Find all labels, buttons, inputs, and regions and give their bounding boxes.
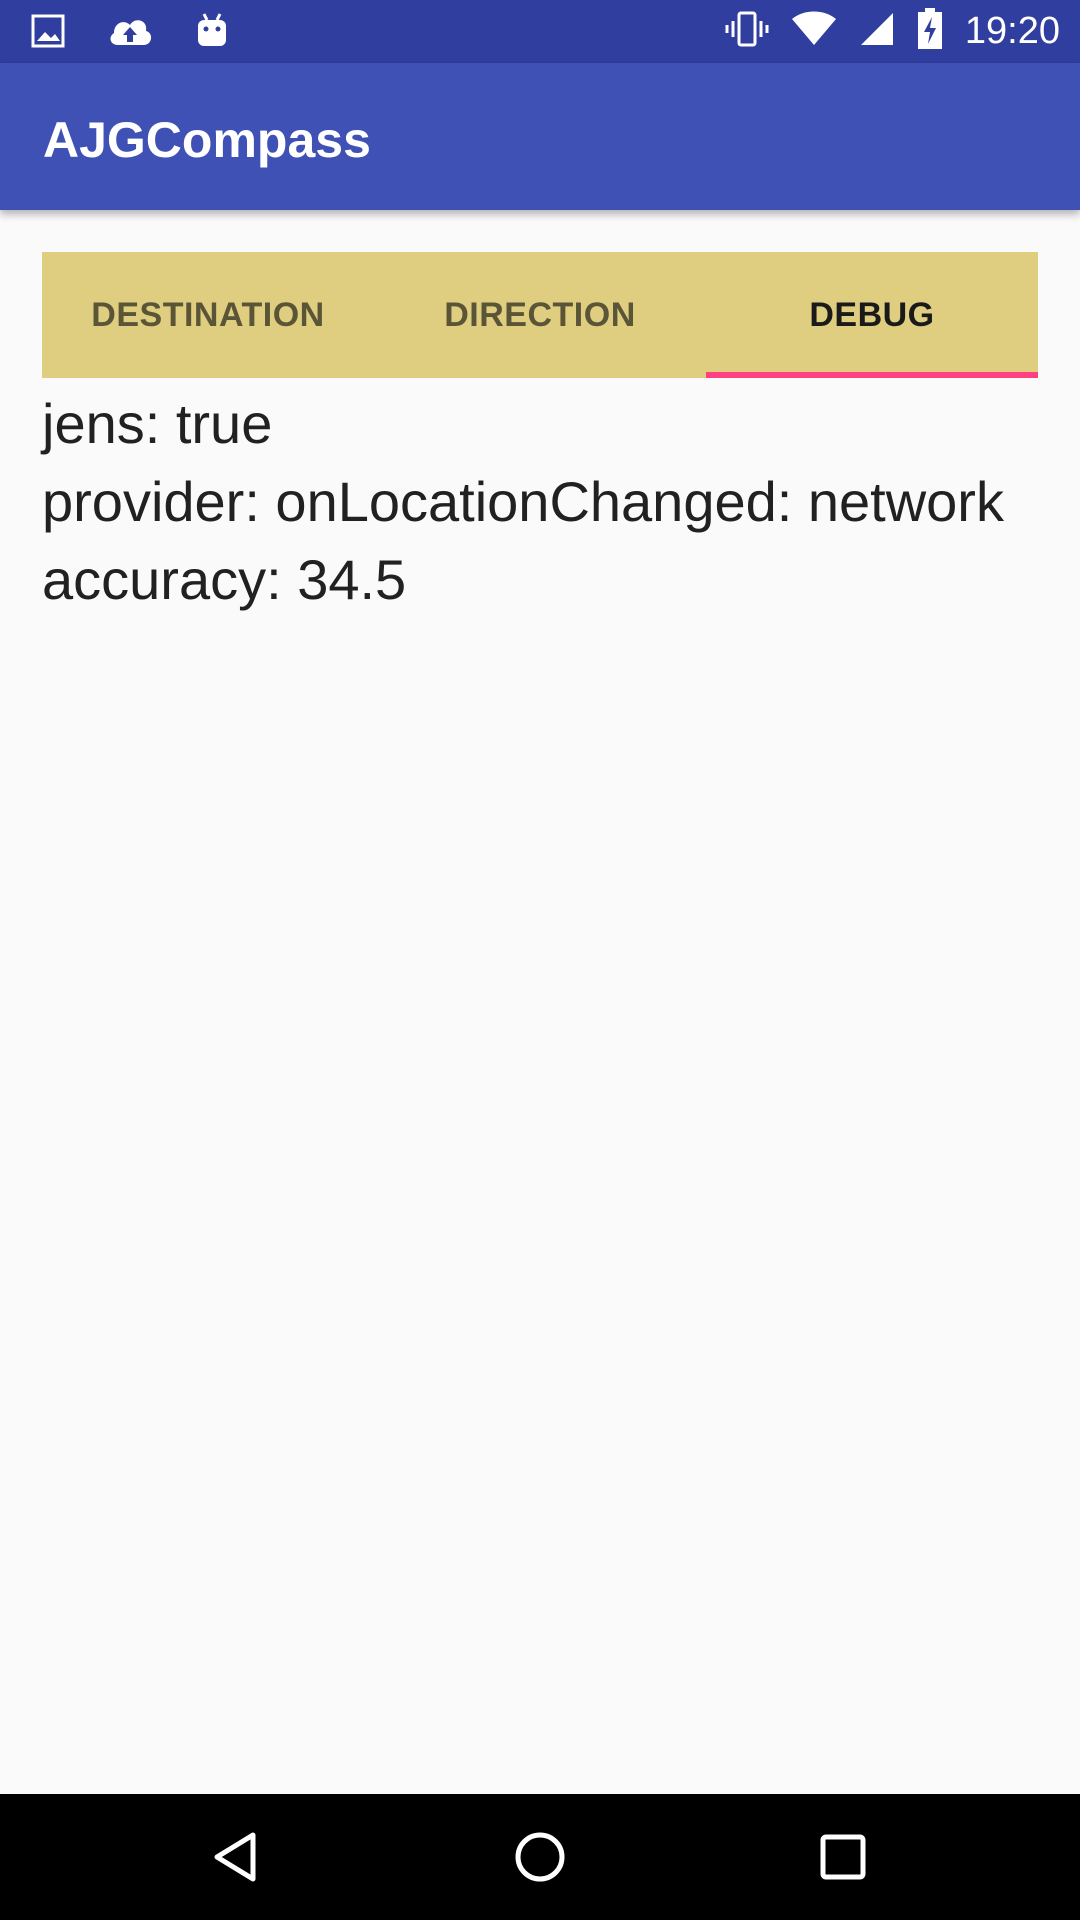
vibrate-icon	[725, 9, 769, 54]
tab-label: DEBUG	[809, 295, 935, 334]
app-bar: AJGCompass	[0, 63, 1080, 210]
debug-line-provider: provider: onLocationChanged: network	[42, 470, 1004, 533]
battery-charging-icon	[917, 7, 943, 55]
android-icon	[194, 12, 230, 55]
debug-line-jens: jens: true	[42, 392, 273, 455]
tab-direction[interactable]: DIRECTION	[374, 252, 706, 378]
tab-bar: DESTINATION DIRECTION DEBUG	[42, 252, 1038, 378]
status-time: 19:20	[964, 9, 1060, 52]
back-icon[interactable]	[207, 1827, 267, 1887]
status-notifications	[30, 12, 230, 55]
debug-content: jens: true provider: onLocationChanged: …	[42, 385, 1042, 619]
tab-destination[interactable]: DESTINATION	[42, 252, 374, 378]
image-icon	[30, 13, 66, 54]
tab-indicator	[706, 372, 1038, 378]
navigation-bar	[0, 1794, 1080, 1920]
status-system: 19:20	[725, 7, 1060, 55]
cellular-signal-icon	[859, 11, 895, 52]
wifi-icon	[791, 11, 837, 52]
status-bar: 19:20	[0, 0, 1080, 63]
cloud-upload-icon	[106, 13, 154, 54]
debug-line-accuracy: accuracy: 34.5	[42, 548, 407, 611]
recents-icon[interactable]	[813, 1827, 873, 1887]
tab-label: DIRECTION	[444, 295, 636, 334]
tab-label: DESTINATION	[91, 295, 325, 334]
tab-debug[interactable]: DEBUG	[706, 252, 1038, 378]
app-title: AJGCompass	[43, 112, 371, 168]
home-icon[interactable]	[510, 1827, 570, 1887]
